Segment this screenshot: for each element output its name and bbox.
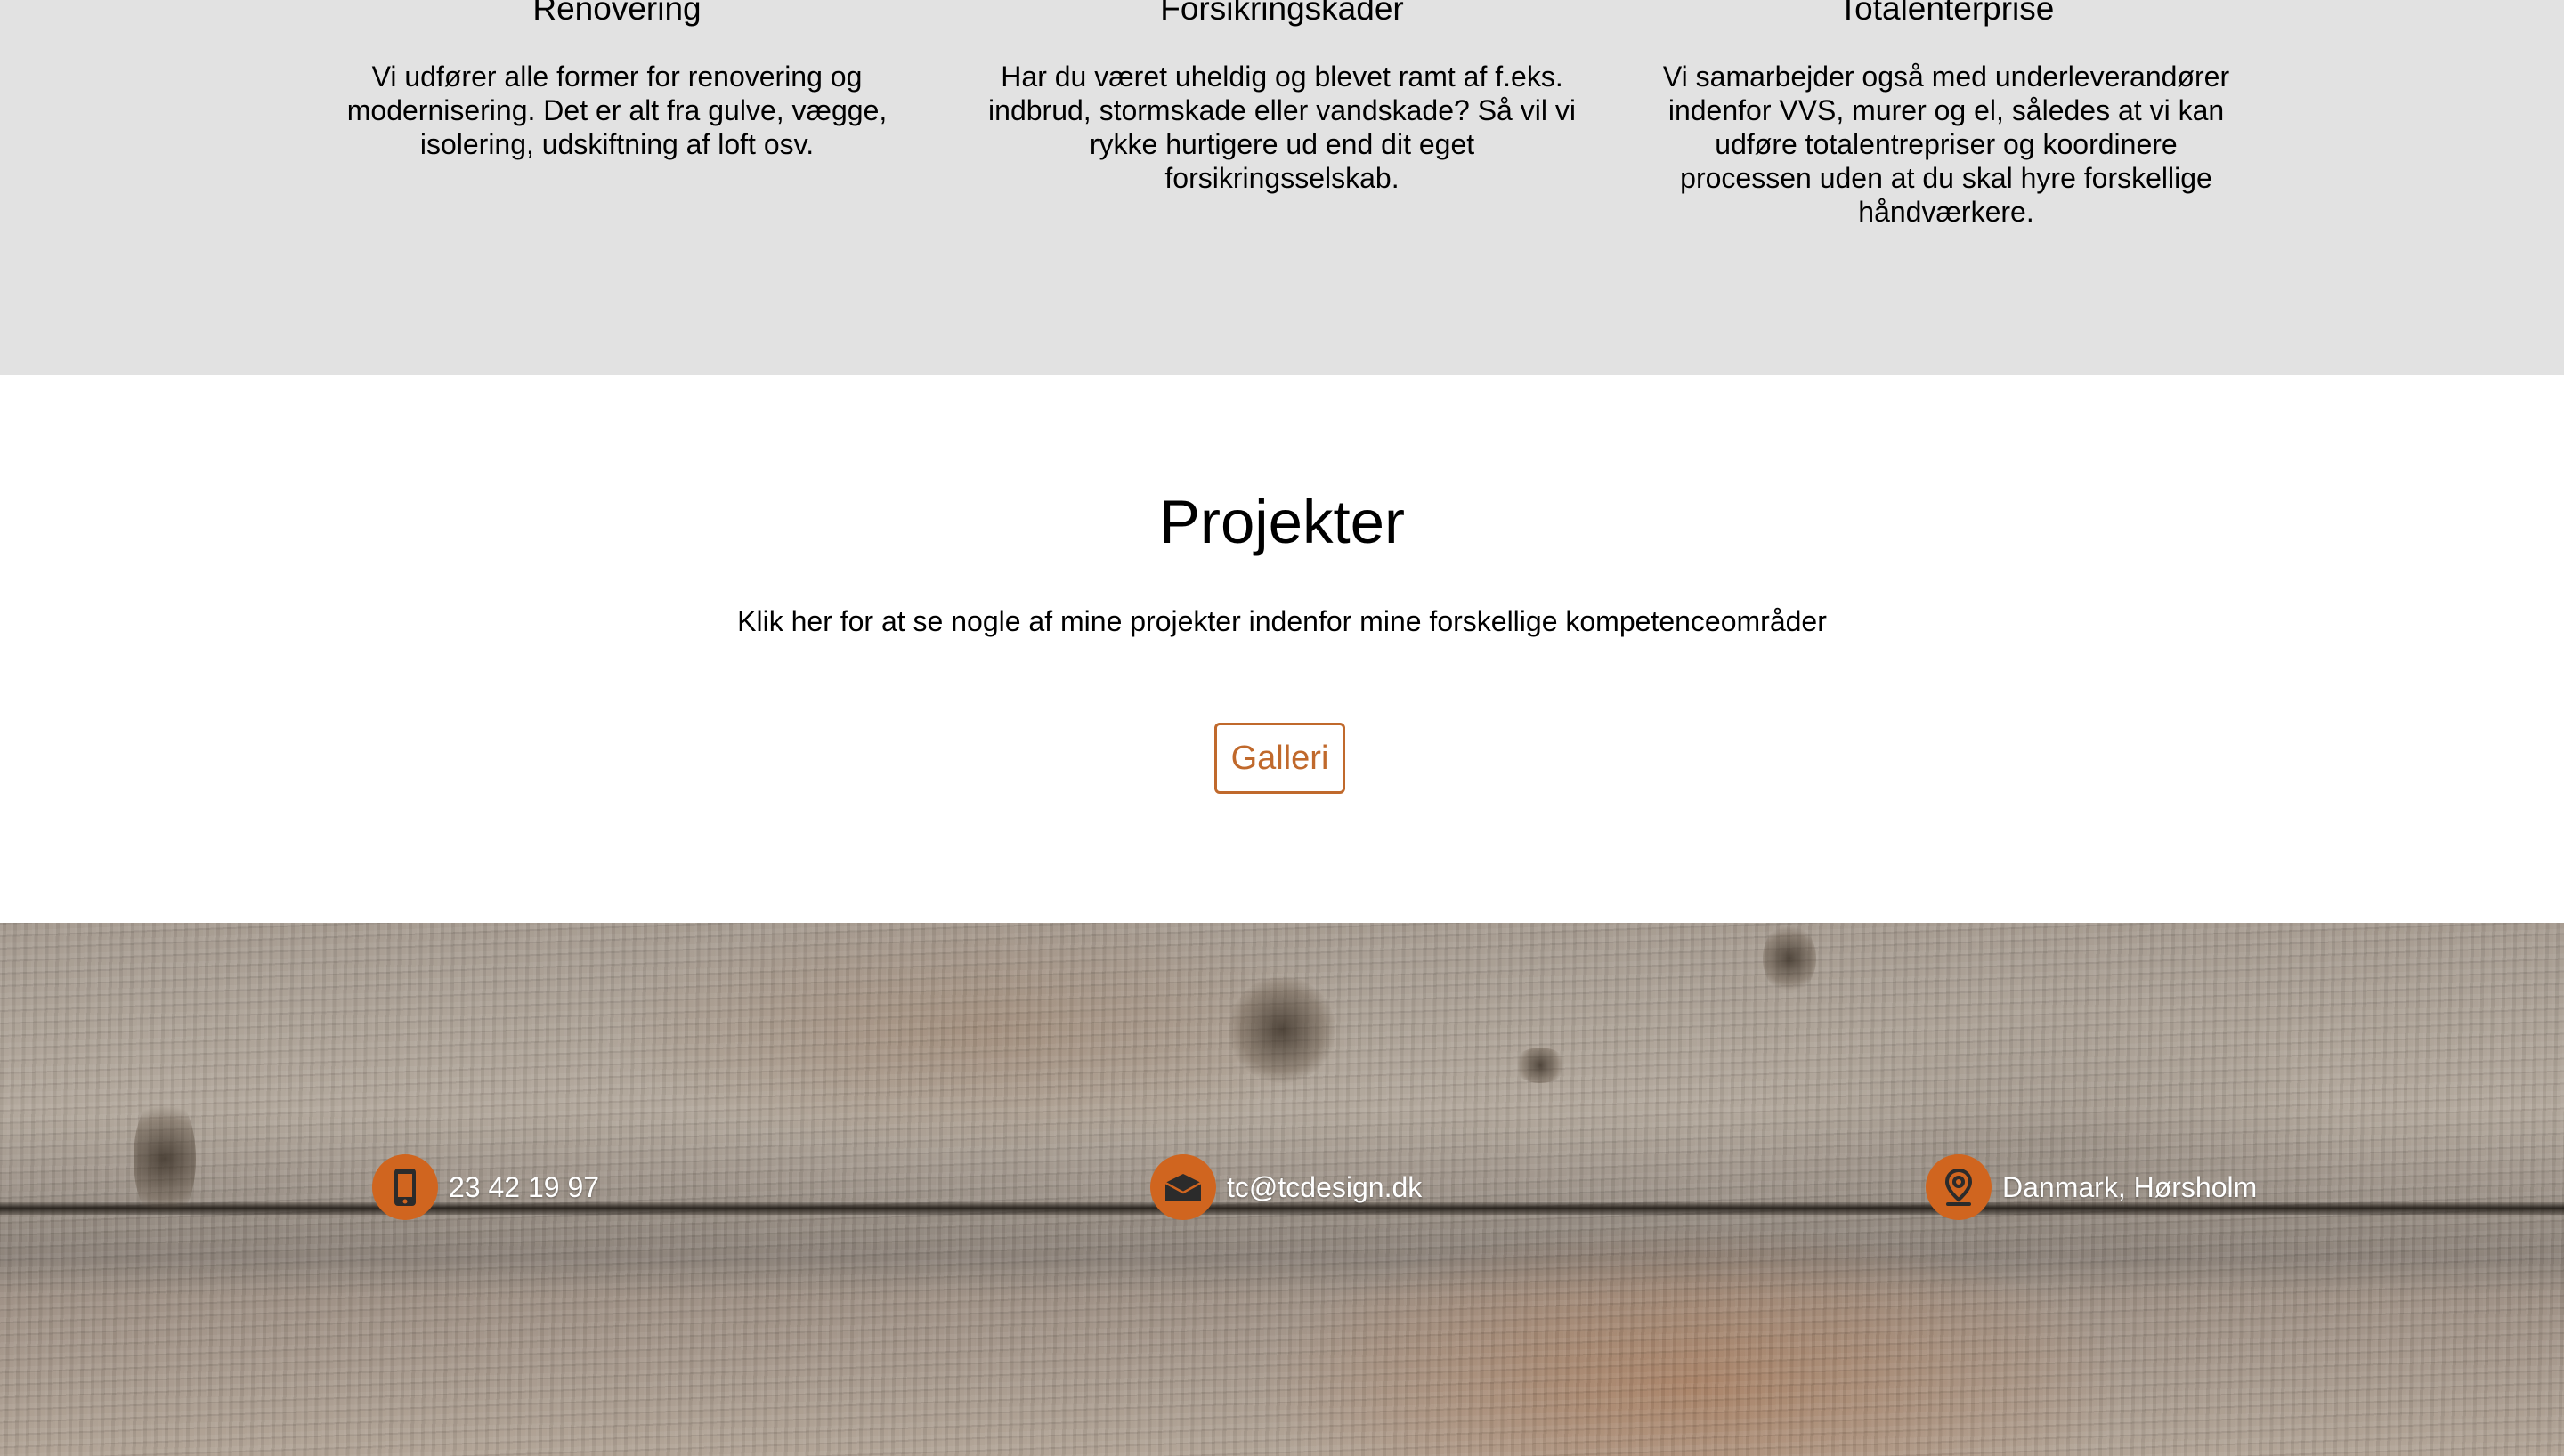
service-title: Forsikringskader [1160, 0, 1404, 27]
wood-knot [134, 1092, 196, 1225]
service-description: Har du været uheldig og blevet ramt af f… [988, 61, 1576, 194]
services-section: Renovering Vi udfører alle former for re… [0, 0, 2564, 375]
contact-location[interactable]: Danmark, Hørsholm [1926, 1154, 2257, 1220]
contact-phone[interactable]: 23 42 19 97 [372, 1154, 599, 1220]
phone-icon [372, 1154, 438, 1220]
map-pin-icon [1926, 1154, 1992, 1220]
service-description: Vi udfører alle former for renovering og… [346, 61, 888, 160]
service-title: Totalenterprise [1838, 0, 2055, 27]
projects-text: Klik her for at se nogle af mine projekt… [737, 605, 1827, 637]
projects-section: Projekter Klik her for at se nogle af mi… [0, 375, 2564, 923]
wood-knot [1513, 1048, 1567, 1083]
envelope-icon [1150, 1154, 1216, 1220]
service-title: Renovering [532, 0, 702, 27]
email-address[interactable]: tc@tcdesign.dk [1227, 1173, 1422, 1201]
phone-number[interactable]: 23 42 19 97 [449, 1173, 599, 1201]
wood-knot [1763, 923, 1816, 994]
gallery-button[interactable]: Galleri [1214, 723, 1345, 794]
contact-email[interactable]: tc@tcdesign.dk [1150, 1154, 1422, 1220]
page: Renovering Vi udfører alle former for re… [0, 0, 2564, 1456]
footer: 23 42 19 97 tc@tcdesign.dk Danmark, Hørs… [0, 923, 2564, 1456]
location-text: Danmark, Hørsholm [2002, 1171, 2258, 1203]
projects-title: Projekter [1158, 488, 1406, 556]
wood-knot [1229, 976, 1335, 1083]
service-description: Vi samarbejder også med underleverandøre… [1662, 61, 2230, 228]
